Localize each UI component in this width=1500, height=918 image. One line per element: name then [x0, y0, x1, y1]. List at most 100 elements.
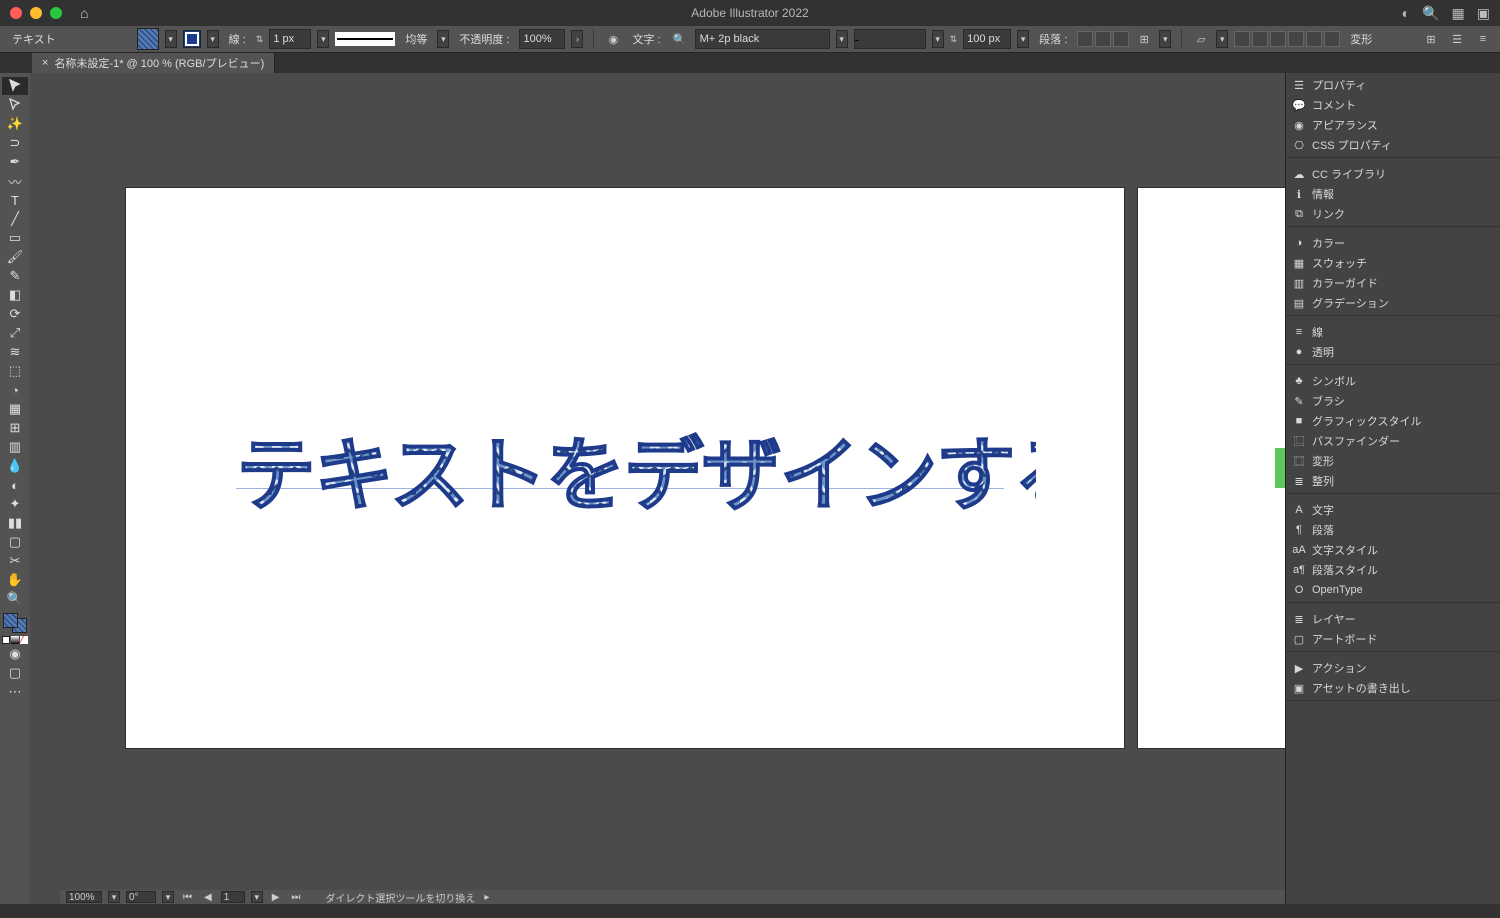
- panel-item[interactable]: aA文字スタイル: [1286, 540, 1500, 560]
- panel-item[interactable]: ≣レイヤー: [1286, 609, 1500, 629]
- panel-item[interactable]: ◑カラー: [1286, 233, 1500, 253]
- panel-item[interactable]: 💬コメント: [1286, 95, 1500, 115]
- panel-item[interactable]: ●透明: [1286, 342, 1500, 362]
- mesh-tool[interactable]: ⊞: [2, 419, 28, 437]
- menu-icon[interactable]: ≡: [1474, 30, 1492, 48]
- opacity-input[interactable]: [519, 29, 565, 49]
- rotation-dropdown[interactable]: ▾: [162, 891, 174, 903]
- zoom-dropdown[interactable]: ▾: [108, 891, 120, 903]
- brush-tool[interactable]: 🖌: [2, 248, 28, 266]
- stroke-style-dropdown[interactable]: ▾: [437, 30, 449, 48]
- scale-tool[interactable]: ⤢: [2, 324, 28, 342]
- panel-item[interactable]: OOpenType: [1286, 580, 1500, 600]
- type-tool[interactable]: T: [2, 191, 28, 209]
- more-tools-icon[interactable]: ⋯: [2, 683, 28, 701]
- eraser-tool[interactable]: ◧: [2, 286, 28, 304]
- line-tool[interactable]: ╱: [2, 210, 28, 228]
- selection-tool[interactable]: [2, 77, 28, 95]
- align-center-button[interactable]: [1095, 31, 1111, 47]
- font-size-input[interactable]: [963, 29, 1011, 49]
- panel-item[interactable]: ⿺パスファインダー: [1286, 431, 1500, 451]
- shaper-tool[interactable]: ✎: [2, 267, 28, 285]
- panel-item[interactable]: ◉アピアランス: [1286, 115, 1500, 135]
- fill-stroke-controls[interactable]: [3, 613, 27, 633]
- panel-item[interactable]: ¶段落: [1286, 520, 1500, 540]
- panel-item[interactable]: ▤グラデーション: [1286, 293, 1500, 313]
- zoom-tool[interactable]: 🔍: [2, 590, 28, 608]
- transform-label[interactable]: 変形: [1346, 31, 1376, 47]
- font-style-dropdown[interactable]: ▾: [932, 30, 944, 48]
- arrange-icon[interactable]: ▣: [1477, 5, 1490, 22]
- nav-last-icon[interactable]: ⏭: [288, 892, 303, 903]
- obj-align-3[interactable]: [1270, 31, 1286, 47]
- stroke-stepper-icon[interactable]: ⇅: [256, 34, 264, 45]
- shape-builder-tool[interactable]: ◔: [2, 381, 28, 399]
- obj-align-4[interactable]: [1288, 31, 1304, 47]
- font-style-input[interactable]: [854, 29, 926, 49]
- envelope-icon[interactable]: ▱: [1192, 30, 1210, 48]
- opacity-dropdown[interactable]: ›: [571, 30, 583, 48]
- nav-next-icon[interactable]: ▶: [269, 892, 283, 903]
- curvature-tool[interactable]: 〰: [2, 172, 28, 190]
- area-options-dropdown[interactable]: ▾: [1159, 30, 1171, 48]
- zoom-input[interactable]: [66, 891, 102, 903]
- font-name-input[interactable]: [695, 29, 830, 49]
- mode-gradient-icon[interactable]: [11, 636, 19, 644]
- panel-item[interactable]: ▦スウォッチ: [1286, 253, 1500, 273]
- obj-align-6[interactable]: [1324, 31, 1340, 47]
- panel-item[interactable]: ⎔CSS プロパティ: [1286, 135, 1500, 155]
- rectangle-tool[interactable]: ▭: [2, 229, 28, 247]
- workspace-icon[interactable]: ▦: [1452, 5, 1465, 22]
- obj-align-1[interactable]: [1234, 31, 1250, 47]
- stroke-preview[interactable]: [335, 32, 395, 46]
- screen-mode-icon[interactable]: ▢: [2, 664, 28, 682]
- panel-item[interactable]: ≣整列: [1286, 471, 1500, 491]
- free-transform-tool[interactable]: ⬚: [2, 362, 28, 380]
- stroke-dropdown[interactable]: ▾: [207, 30, 219, 48]
- slice-tool[interactable]: ✂: [2, 552, 28, 570]
- pen-tool[interactable]: ✒: [2, 153, 28, 171]
- search-icon[interactable]: 🔍: [1422, 5, 1439, 22]
- font-search-icon[interactable]: 🔍: [671, 30, 689, 48]
- panel-item[interactable]: ✎ブラシ: [1286, 391, 1500, 411]
- hand-tool[interactable]: ✋: [2, 571, 28, 589]
- font-size-dropdown[interactable]: ▾: [1017, 30, 1029, 48]
- panel-item[interactable]: ℹ情報: [1286, 184, 1500, 204]
- obj-align-5[interactable]: [1306, 31, 1322, 47]
- mode-color-icon[interactable]: [2, 636, 10, 644]
- obj-align-2[interactable]: [1252, 31, 1268, 47]
- recolor-icon[interactable]: ◉: [604, 30, 622, 48]
- artboard-nav-dropdown[interactable]: ▾: [251, 891, 263, 903]
- canvas-text-object[interactable]: テキストをデザインする。: [236, 423, 1036, 536]
- panel-item[interactable]: ▶アクション: [1286, 658, 1500, 678]
- size-stepper-icon[interactable]: ⇅: [950, 34, 958, 45]
- fill-color-icon[interactable]: [3, 613, 18, 628]
- panel-item[interactable]: a¶段落スタイル: [1286, 560, 1500, 580]
- lasso-tool[interactable]: ⊃: [2, 134, 28, 152]
- fill-swatch[interactable]: [137, 28, 159, 50]
- snap-icon[interactable]: ⊞: [1422, 30, 1440, 48]
- font-dropdown[interactable]: ▾: [836, 30, 848, 48]
- fill-dropdown[interactable]: ▾: [165, 30, 177, 48]
- eyedropper-tool[interactable]: 💧: [2, 457, 28, 475]
- perspective-tool[interactable]: ▦: [2, 400, 28, 418]
- maximize-window-button[interactable]: [50, 7, 62, 19]
- width-tool[interactable]: ≋: [2, 343, 28, 361]
- cloud-sync-icon[interactable]: ◐: [1402, 5, 1410, 22]
- gradient-tool[interactable]: ▥: [2, 438, 28, 456]
- align-right-button[interactable]: [1113, 31, 1129, 47]
- area-options-icon[interactable]: ⊞: [1135, 30, 1153, 48]
- panel-item[interactable]: ■グラフィックスタイル: [1286, 411, 1500, 431]
- panel-item[interactable]: ☰プロパティ: [1286, 75, 1500, 95]
- panel-item[interactable]: A文字: [1286, 500, 1500, 520]
- artboard-nav-input[interactable]: [221, 891, 245, 903]
- canvas-area[interactable]: テキストをデザインする。 ▾ ▾ ⏮ ◀ ▾ ▶ ⏭ ダイレクト選択ツールを切り…: [30, 73, 1285, 904]
- panel-item[interactable]: ▢アートボード: [1286, 629, 1500, 649]
- home-icon[interactable]: ⌂: [80, 5, 88, 21]
- stroke-swatch[interactable]: [183, 30, 201, 48]
- panel-item[interactable]: ▣アセットの書き出し: [1286, 678, 1500, 698]
- panel-item[interactable]: ▥カラーガイド: [1286, 273, 1500, 293]
- panel-item[interactable]: ⧉リンク: [1286, 204, 1500, 224]
- nav-first-icon[interactable]: ⏮: [180, 892, 195, 903]
- document-tab[interactable]: × 名称未設定-1* @ 100 % (RGB/プレビュー): [32, 53, 275, 73]
